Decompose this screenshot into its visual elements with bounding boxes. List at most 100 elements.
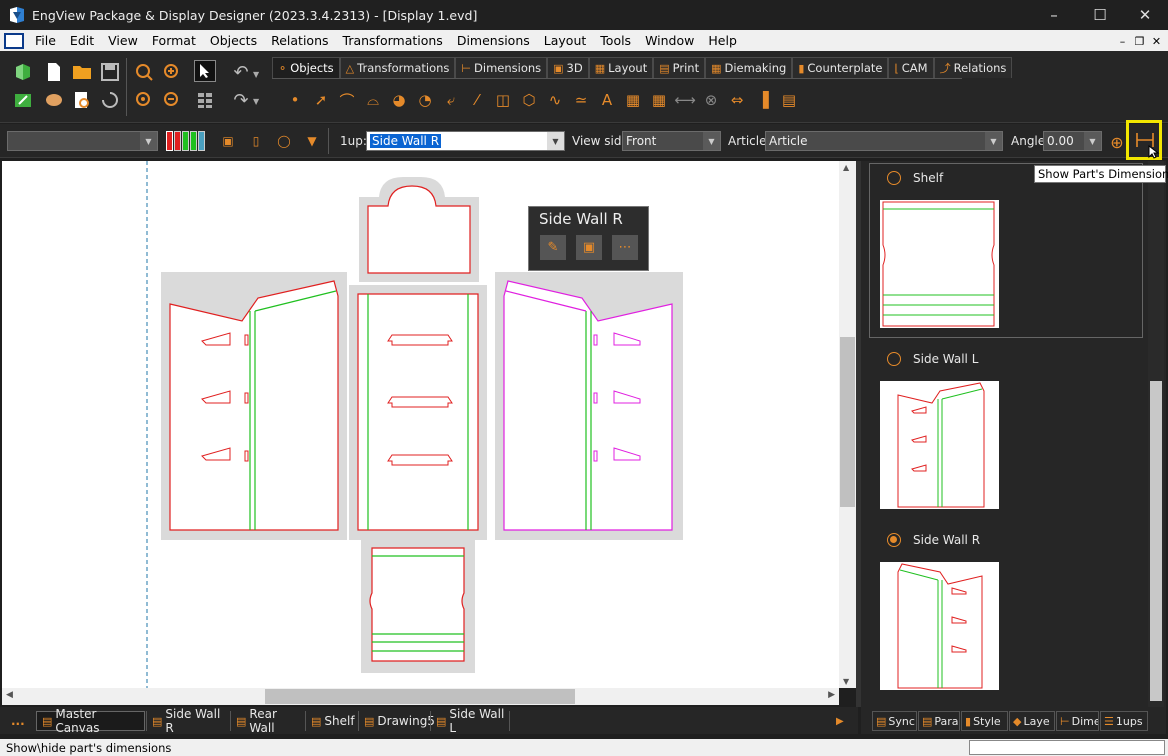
parts-scroll-thumb[interactable] bbox=[1150, 381, 1162, 701]
curve-tool-icon[interactable]: ⤶ bbox=[438, 88, 464, 112]
polygon-tool-icon[interactable]: ⬡ bbox=[516, 88, 542, 112]
circle-tool-icon[interactable]: ◕ bbox=[386, 88, 412, 112]
thumbnail-side-wall-r[interactable] bbox=[880, 562, 999, 690]
scroll-down-icon[interactable]: ▼ bbox=[843, 677, 849, 686]
tab-3d[interactable]: ▣ 3D bbox=[547, 57, 589, 78]
document-icon[interactable] bbox=[4, 32, 24, 49]
tab-rear-wall[interactable]: ▤ Rear Wall bbox=[230, 707, 304, 735]
menu-help[interactable]: Help bbox=[701, 33, 744, 48]
save-icon[interactable] bbox=[99, 61, 121, 83]
radio-side-wall-l[interactable] bbox=[887, 352, 901, 366]
crosshair-icon[interactable]: ⊕ bbox=[1106, 131, 1128, 153]
color-swatches[interactable] bbox=[166, 131, 205, 151]
point-tool-icon[interactable]: • bbox=[282, 88, 308, 112]
refresh-icon[interactable] bbox=[99, 89, 121, 111]
lasso-icon[interactable]: ◯ bbox=[273, 130, 295, 152]
zoom-fit-icon[interactable] bbox=[133, 89, 155, 111]
line-tool-icon[interactable]: ➚ bbox=[308, 88, 334, 112]
zoom-icon[interactable] bbox=[133, 61, 155, 83]
tab-layout[interactable]: ▦ Layout bbox=[588, 57, 654, 78]
mdi-close-button[interactable]: ✕ bbox=[1148, 33, 1165, 49]
angle-combo[interactable]: 0.00 ▼ bbox=[1043, 131, 1102, 151]
tab-shelf[interactable]: ▤ Shelf bbox=[305, 711, 357, 731]
tab-print[interactable]: ▤ Print bbox=[653, 57, 706, 78]
canvas-horizontal-scrollbar[interactable]: ◀ ▶ bbox=[2, 688, 839, 705]
canvas-vertical-scrollbar[interactable]: ▲ ▼ bbox=[839, 161, 856, 688]
tab-drawing5[interactable]: ▤ Drawing5 bbox=[358, 711, 435, 731]
tab-layers[interactable]: ◆ Laye bbox=[1009, 711, 1055, 731]
zoom-in-icon[interactable] bbox=[161, 61, 183, 83]
tab-parameters[interactable]: ▤ Para bbox=[918, 711, 960, 731]
horizontal-scroll-thumb[interactable] bbox=[265, 689, 575, 704]
tab-style[interactable]: ▮ Style bbox=[961, 711, 1008, 731]
preview-icon[interactable] bbox=[71, 89, 93, 111]
package-icon[interactable] bbox=[43, 89, 65, 111]
radio-side-wall-r[interactable] bbox=[887, 533, 901, 547]
menu-relations[interactable]: Relations bbox=[264, 33, 335, 48]
arc2-tool-icon[interactable]: ⌓ bbox=[360, 88, 386, 112]
mdi-restore-button[interactable]: ❐ bbox=[1131, 33, 1148, 49]
tab-side-wall-l[interactable]: ▤ Side Wall L bbox=[430, 707, 510, 735]
tab-objects[interactable]: ⚬ Objects bbox=[272, 57, 340, 78]
mdi-minimize-button[interactable]: – bbox=[1114, 33, 1131, 49]
funnel-icon[interactable]: ▼ bbox=[301, 130, 323, 152]
tab-diemaking[interactable]: ▦ Diemaking bbox=[705, 57, 793, 78]
undo-dropdown-icon[interactable]: ▼ bbox=[253, 70, 259, 79]
menu-edit[interactable]: Edit bbox=[63, 33, 101, 48]
scroll-right-icon[interactable]: ▶ bbox=[828, 690, 835, 700]
bezier-tool-icon[interactable]: ≃ bbox=[568, 88, 594, 112]
open-folder-icon[interactable] bbox=[71, 61, 93, 83]
thumbnail-side-wall-l[interactable] bbox=[880, 381, 999, 509]
text-tool-icon[interactable]: A bbox=[594, 88, 620, 112]
tab-sync[interactable]: ▤ Sync bbox=[872, 711, 917, 731]
article-combo[interactable]: Article ▼ bbox=[765, 131, 1003, 151]
zoom-out-icon[interactable] bbox=[161, 89, 183, 111]
maximize-button[interactable]: ☐ bbox=[1077, 0, 1123, 30]
image-tool-icon[interactable]: ▦ bbox=[646, 88, 672, 112]
flip-tool-icon[interactable]: ⇔ bbox=[724, 88, 750, 112]
select-arrow-icon[interactable] bbox=[194, 60, 216, 82]
more-tabs-button[interactable]: ... bbox=[6, 711, 25, 731]
intersect-tool-icon[interactable]: ⊗ bbox=[698, 88, 724, 112]
tab-dimensions-panel[interactable]: ⊢ Dime bbox=[1056, 711, 1099, 731]
rectangle-tool-icon[interactable]: ◫ bbox=[490, 88, 516, 112]
tab-transformations[interactable]: △ Transformations bbox=[339, 57, 456, 78]
split-tool-icon[interactable]: ⟷ bbox=[672, 88, 698, 112]
redo-icon[interactable]: ↷ bbox=[230, 89, 252, 111]
tab-cam[interactable]: ⌊ CAM bbox=[888, 57, 934, 78]
menu-format[interactable]: Format bbox=[145, 33, 203, 48]
table-tool-icon[interactable]: ▤ bbox=[776, 88, 802, 112]
menu-dimensions[interactable]: Dimensions bbox=[450, 33, 537, 48]
tab-scroll-right-icon[interactable]: ▶ bbox=[836, 716, 844, 727]
menu-view[interactable]: View bbox=[101, 33, 145, 48]
arc-tool-icon[interactable]: ⌒ bbox=[334, 88, 360, 112]
tab-side-wall-r[interactable]: ▤ Side Wall R bbox=[146, 707, 229, 735]
minimize-button[interactable]: – bbox=[1031, 0, 1077, 30]
parallel-tool-icon[interactable]: ⁄ bbox=[464, 88, 490, 112]
grid-icon[interactable] bbox=[194, 89, 216, 111]
hatch-tool-icon[interactable]: ▦ bbox=[620, 88, 646, 112]
box-3d-icon[interactable]: ▣ bbox=[576, 235, 602, 260]
menu-tools[interactable]: Tools bbox=[593, 33, 638, 48]
barcode-tool-icon[interactable]: ▐ bbox=[750, 88, 776, 112]
scroll-up-icon[interactable]: ▲ bbox=[843, 163, 849, 172]
close-button[interactable]: ✕ bbox=[1122, 0, 1168, 30]
new-3d-icon[interactable] bbox=[12, 61, 34, 83]
ellipse-tool-icon[interactable]: ◔ bbox=[412, 88, 438, 112]
show-dimensions-button[interactable] bbox=[1126, 120, 1162, 160]
menu-file[interactable]: File bbox=[28, 33, 63, 48]
radio-shelf[interactable] bbox=[887, 171, 901, 185]
undo-icon[interactable]: ↶ bbox=[230, 61, 252, 83]
menu-transformations[interactable]: Transformations bbox=[336, 33, 450, 48]
oneup-combo[interactable]: Side Wall R ▼ bbox=[366, 131, 565, 151]
parts-panel-scrollbar[interactable] bbox=[1148, 161, 1164, 707]
redo-dropdown-icon[interactable]: ▼ bbox=[253, 97, 259, 106]
polyline-tool-icon[interactable]: ∿ bbox=[542, 88, 568, 112]
new-file-icon[interactable] bbox=[43, 61, 65, 83]
more-icon[interactable]: ⋯ bbox=[612, 235, 638, 260]
tab-1ups[interactable]: ☰ 1ups bbox=[1100, 711, 1148, 731]
menu-window[interactable]: Window bbox=[638, 33, 701, 48]
layout-frame-icon[interactable]: ▣ bbox=[217, 130, 239, 152]
menu-layout[interactable]: Layout bbox=[537, 33, 594, 48]
drawing-canvas[interactable] bbox=[2, 161, 839, 688]
